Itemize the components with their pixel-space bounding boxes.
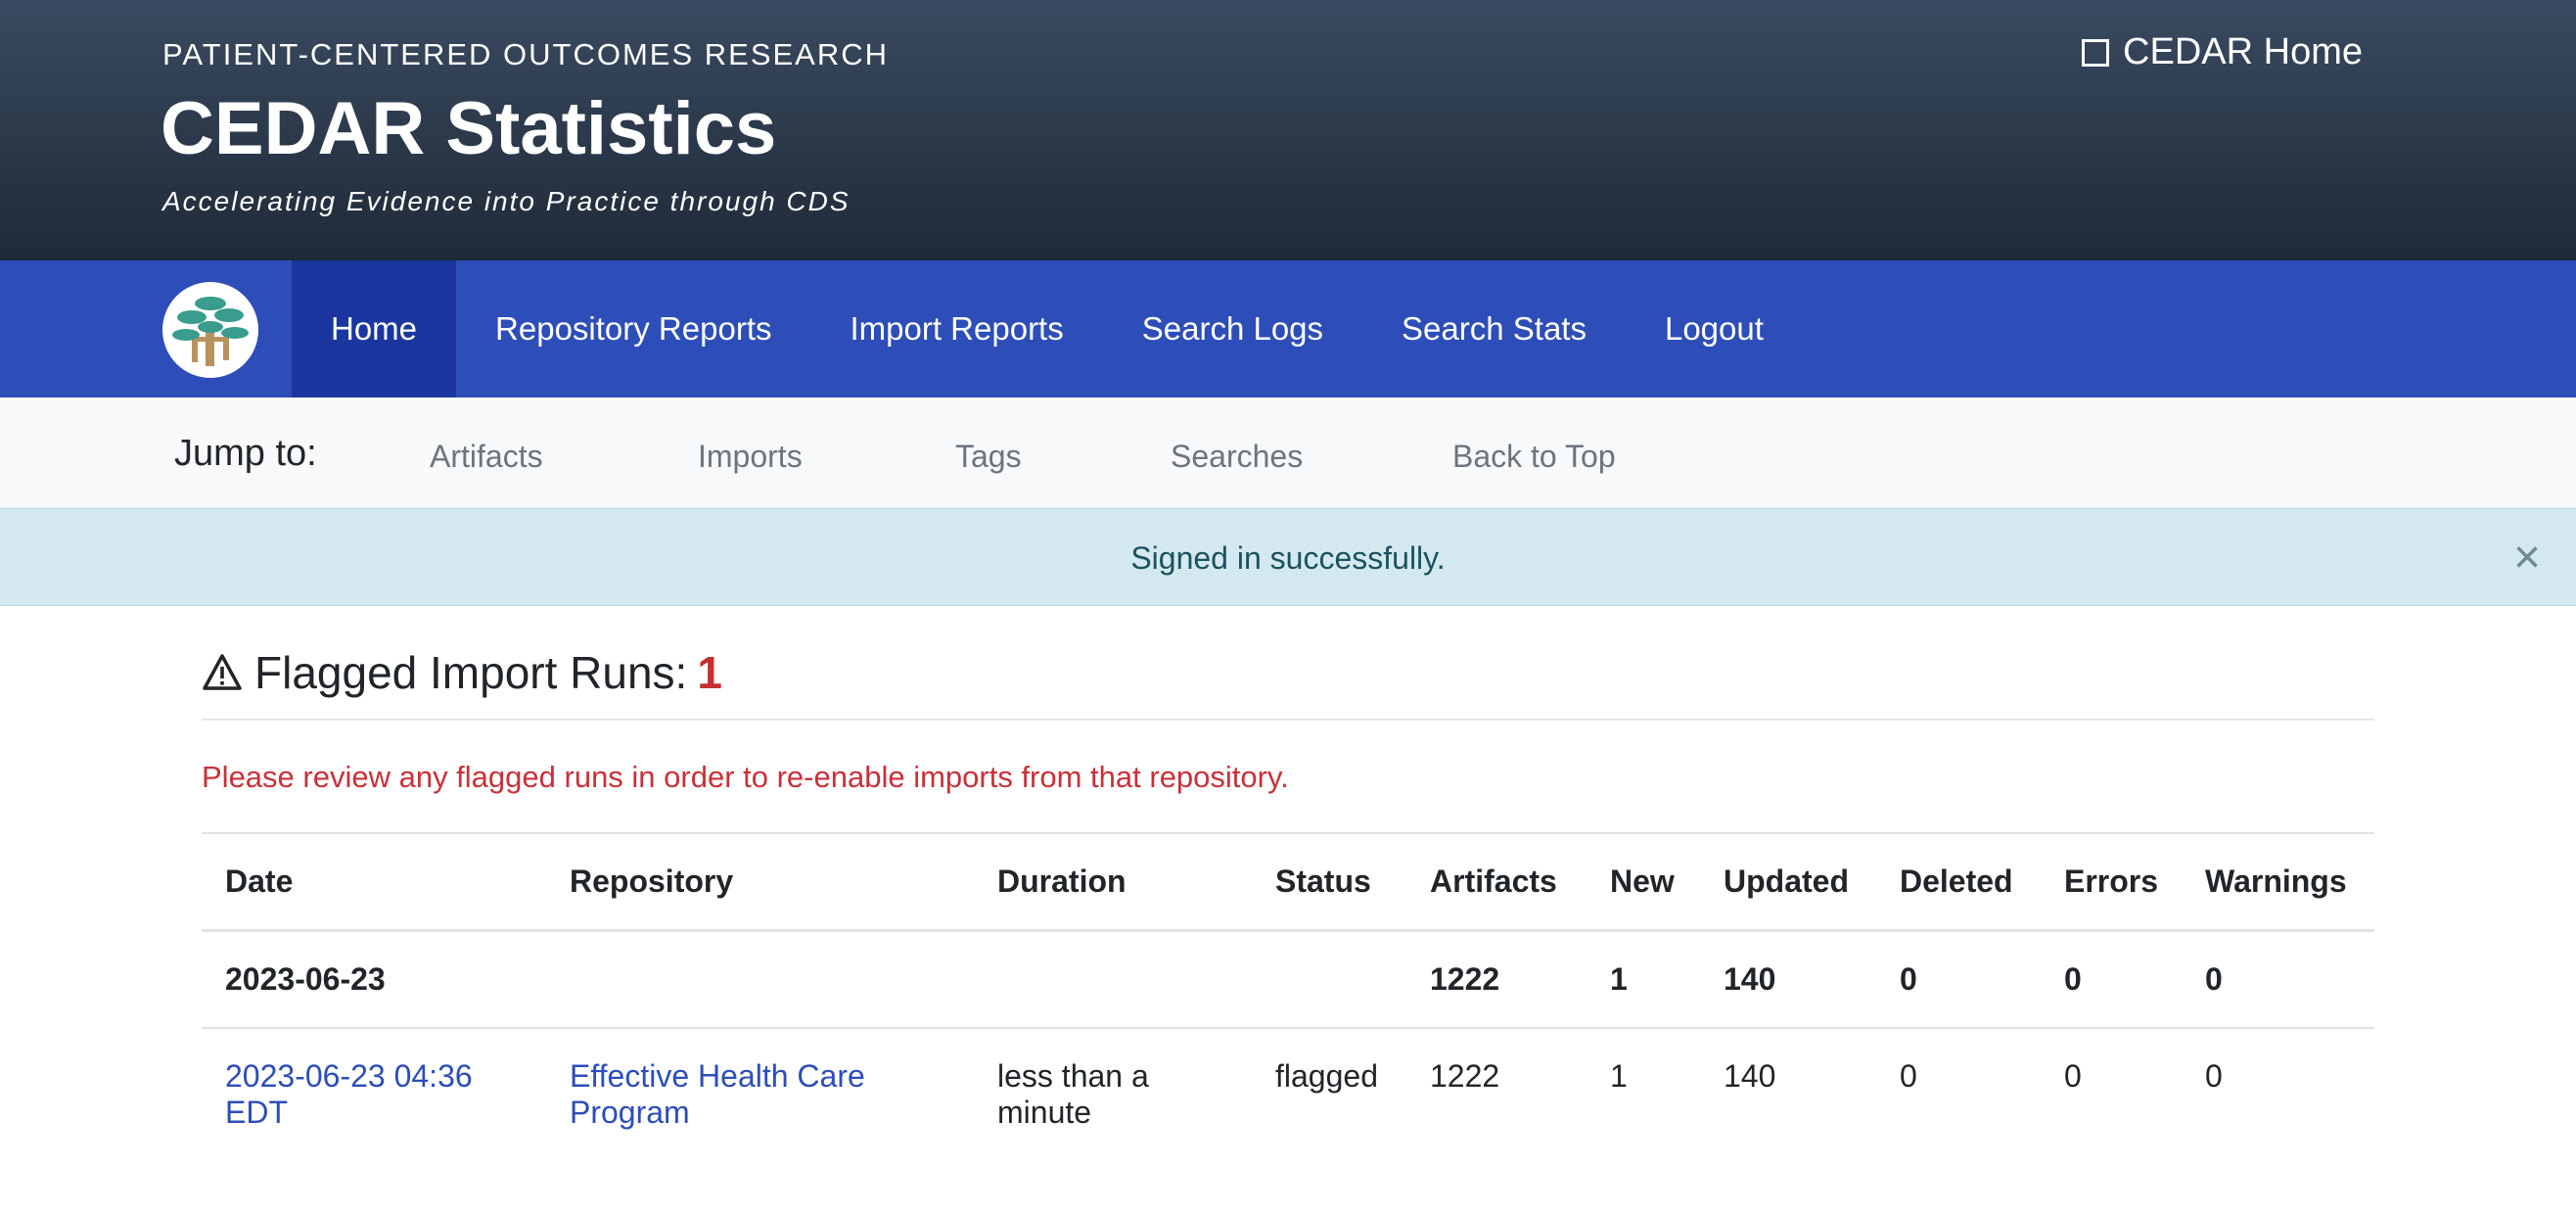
flagged-count: 1 (697, 647, 722, 698)
group-updated: 140 (1700, 930, 1876, 1029)
flagged-notice: Please review any flagged runs in order … (202, 760, 1289, 794)
jump-label: Jump to: (174, 433, 317, 474)
square-icon (2082, 38, 2110, 67)
alert-message: Signed in successfully. (1130, 540, 1446, 576)
site-tagline: Accelerating Evidence into Practice thro… (162, 186, 851, 216)
run-duration: less than a minute (997, 1058, 1149, 1130)
group-repository (546, 930, 974, 1029)
nav-import-reports[interactable]: Import Reports (810, 260, 1102, 397)
success-alert: Signed in successfully. × (0, 508, 2576, 606)
site-header: PATIENT-CENTERED OUTCOMES RESEARCH CEDAR… (0, 0, 2576, 260)
col-new: New (1587, 832, 1700, 932)
jump-imports[interactable]: Imports (698, 439, 955, 475)
col-deleted: Deleted (1876, 832, 2041, 932)
nav-logout[interactable]: Logout (1626, 260, 1803, 397)
group-warnings: 0 (2182, 930, 2374, 1029)
run-artifacts: 1222 (1430, 1058, 1500, 1094)
group-date: 2023-06-23 (202, 930, 546, 1029)
run-status: flagged (1275, 1058, 1378, 1094)
close-icon[interactable]: × (2513, 531, 2541, 584)
group-status (1252, 930, 1406, 1029)
jump-tags[interactable]: Tags (955, 439, 1171, 475)
flagged-runs-table: Date Repository Duration Status Artifact… (202, 832, 2374, 1160)
warning-triangle-icon (202, 653, 243, 692)
table-header-row: Date Repository Duration Status Artifact… (202, 832, 2374, 932)
jump-back-to-top[interactable]: Back to Top (1452, 439, 1616, 475)
col-warnings: Warnings (2182, 832, 2374, 932)
jump-searches[interactable]: Searches (1171, 439, 1452, 475)
run-date-link[interactable]: 2023-06-23 04:36 EDT (225, 1058, 473, 1130)
jump-bar: Jump to: Artifacts Imports Tags Searches… (0, 397, 2576, 508)
col-updated: Updated (1700, 832, 1876, 932)
flagged-title: Flagged Import Runs: (254, 647, 688, 698)
flagged-heading: Flagged Import Runs: 1 (202, 646, 2374, 721)
group-new: 1 (1587, 930, 1700, 1029)
main-navbar: Home Repository Reports Import Reports S… (0, 260, 2576, 397)
group-errors: 0 (2041, 930, 2183, 1029)
repository-link[interactable]: Effective Health Care Program (570, 1058, 865, 1130)
cedar-home-link[interactable]: CEDAR Home (2082, 31, 2363, 73)
jump-artifacts[interactable]: Artifacts (430, 439, 698, 475)
nav-repository-reports[interactable]: Repository Reports (456, 260, 810, 397)
nav-home[interactable]: Home (292, 260, 457, 397)
cedar-home-label: CEDAR Home (2123, 31, 2363, 72)
col-duration: Duration (974, 832, 1252, 932)
table-row: 2023-06-23 04:36 EDT Effective Health Ca… (202, 1028, 2374, 1160)
cedar-tree-logo[interactable] (162, 282, 258, 378)
nav-search-logs[interactable]: Search Logs (1103, 260, 1362, 397)
col-repository: Repository (546, 832, 974, 932)
main-content: Flagged Import Runs: 1 Please review any… (202, 646, 2374, 1160)
group-artifacts: 1222 (1406, 930, 1587, 1029)
col-date: Date (202, 832, 546, 932)
col-status: Status (1252, 832, 1406, 932)
run-warnings: 0 (2205, 1058, 2223, 1094)
col-artifacts: Artifacts (1406, 832, 1587, 932)
group-deleted: 0 (1876, 930, 2041, 1029)
run-deleted: 0 (1900, 1058, 1917, 1094)
site-title: CEDAR Statistics (161, 87, 777, 170)
nav-search-stats[interactable]: Search Stats (1362, 260, 1626, 397)
table-group-row: 2023-06-23 1222 1 140 0 0 0 (202, 930, 2374, 1029)
group-duration (974, 930, 1252, 1029)
org-name: PATIENT-CENTERED OUTCOMES RESEARCH (162, 37, 890, 71)
run-errors: 0 (2064, 1058, 2082, 1094)
run-updated: 140 (1724, 1058, 1776, 1094)
col-errors: Errors (2041, 832, 2183, 932)
run-new: 1 (1610, 1058, 1628, 1094)
